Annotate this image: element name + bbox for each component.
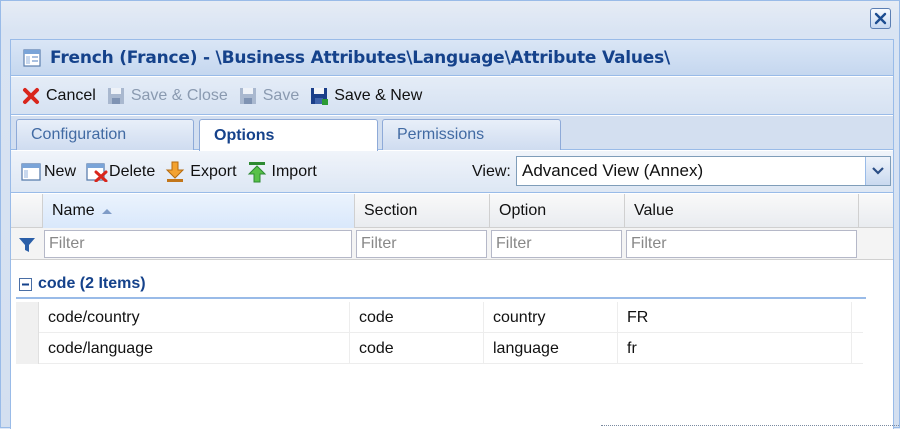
export-label: Export bbox=[190, 162, 237, 180]
filter-section-input[interactable] bbox=[356, 230, 487, 258]
view-select[interactable]: Advanced View (Annex) bbox=[516, 156, 891, 186]
row-marker bbox=[16, 302, 39, 333]
save-label: Save bbox=[262, 86, 300, 104]
chevron-down-icon bbox=[872, 167, 884, 175]
delete-button[interactable]: Delete bbox=[86, 159, 155, 185]
tab-options[interactable]: Options bbox=[199, 119, 378, 151]
window-form-icon bbox=[23, 48, 41, 67]
tab-configuration-label: Configuration bbox=[31, 126, 127, 143]
view-select-value: Advanced View (Annex) bbox=[522, 161, 704, 180]
funnel-filter-icon[interactable] bbox=[18, 237, 36, 253]
filter-option-input[interactable] bbox=[491, 230, 622, 258]
export-arrow-icon bbox=[166, 161, 185, 182]
table-row[interactable]: code/language code language fr bbox=[16, 333, 863, 364]
delete-label: Delete bbox=[109, 162, 156, 180]
tab-permissions-label: Permissions bbox=[397, 126, 485, 143]
grid-toolbar: New Delete Export Import View: Advanced … bbox=[11, 151, 893, 193]
view-dropdown-button[interactable] bbox=[865, 157, 890, 185]
cell-value: FR bbox=[618, 302, 852, 333]
collapse-minus-icon[interactable] bbox=[19, 277, 32, 291]
table-row[interactable]: code/country code country FR bbox=[16, 302, 863, 333]
grid-header: Name Section Option Value bbox=[11, 194, 893, 228]
filter-name-input[interactable] bbox=[44, 230, 352, 258]
column-header-name-label: Name bbox=[52, 202, 95, 219]
cell-value: fr bbox=[618, 333, 852, 364]
cell-option: language bbox=[484, 333, 618, 364]
import-button[interactable]: Import bbox=[247, 159, 317, 185]
sort-ascending-icon bbox=[101, 209, 112, 214]
panel-title-bar: French (France) - \Business Attributes\L… bbox=[11, 40, 893, 76]
main-toolbar: Cancel Save & Close Save Save & New bbox=[11, 77, 893, 115]
floppy-disk-icon bbox=[107, 87, 124, 104]
save-button[interactable]: Save bbox=[238, 83, 299, 109]
delete-record-icon bbox=[86, 162, 108, 182]
editor-panel: French (France) - \Business Attributes\L… bbox=[10, 39, 894, 429]
new-button[interactable]: New bbox=[21, 159, 76, 185]
tab-permissions[interactable]: Permissions bbox=[382, 119, 561, 150]
new-label: New bbox=[44, 162, 77, 180]
cell-section: code bbox=[350, 302, 484, 333]
import-arrow-icon bbox=[247, 161, 266, 182]
floppy-disk-icon bbox=[239, 87, 256, 104]
group-header-code[interactable]: code (2 Items) bbox=[16, 271, 866, 299]
close-x-icon bbox=[874, 12, 887, 25]
resize-handle-dotted[interactable] bbox=[601, 425, 900, 426]
tab-options-label: Options bbox=[214, 126, 275, 144]
cell-option: country bbox=[484, 302, 618, 333]
row-marker bbox=[16, 333, 39, 364]
column-header-option-label: Option bbox=[499, 202, 547, 219]
save-close-button[interactable]: Save & Close bbox=[106, 83, 228, 109]
export-button[interactable]: Export bbox=[165, 159, 237, 185]
filter-value-input[interactable] bbox=[626, 230, 857, 258]
dialog-window: French (France) - \Business Attributes\L… bbox=[0, 0, 900, 429]
column-header-section-label: Section bbox=[364, 202, 418, 219]
save-new-button[interactable]: Save & New bbox=[309, 83, 422, 109]
tab-configuration[interactable]: Configuration bbox=[16, 119, 194, 150]
floppy-disk-icon bbox=[311, 87, 329, 105]
column-header-section[interactable]: Section bbox=[354, 194, 489, 228]
save-new-label: Save & New bbox=[334, 86, 423, 104]
tab-strip: Configuration Options Permissions bbox=[11, 116, 893, 151]
cancel-button[interactable]: Cancel bbox=[21, 83, 96, 109]
cell-name: code/language bbox=[39, 333, 350, 364]
column-header-value-label: Value bbox=[634, 202, 674, 219]
cancel-label: Cancel bbox=[46, 86, 96, 104]
save-close-label: Save & Close bbox=[130, 86, 228, 104]
red-x-icon bbox=[23, 87, 39, 104]
group-label: code (2 Items) bbox=[38, 275, 146, 292]
import-label: Import bbox=[271, 162, 317, 180]
column-header-option[interactable]: Option bbox=[489, 194, 624, 228]
column-header-value[interactable]: Value bbox=[624, 194, 859, 228]
close-button[interactable] bbox=[870, 8, 891, 29]
column-header-name[interactable]: Name bbox=[42, 194, 354, 228]
page-title: French (France) - \Business Attributes\L… bbox=[50, 47, 671, 68]
view-label: View: bbox=[472, 163, 511, 180]
cell-section: code bbox=[350, 333, 484, 364]
new-record-icon bbox=[21, 162, 41, 181]
filter-row bbox=[11, 228, 893, 260]
cell-name: code/country bbox=[39, 302, 350, 333]
